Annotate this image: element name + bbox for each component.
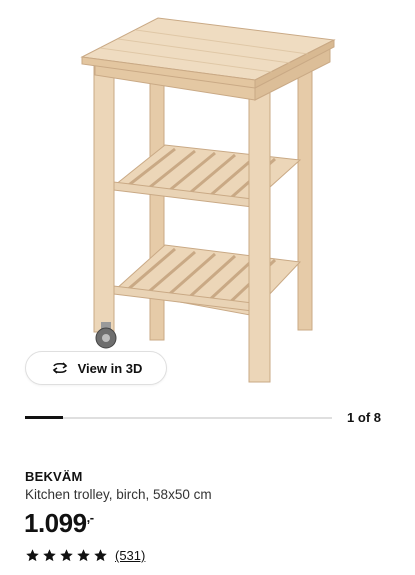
star-icon	[77, 549, 90, 562]
product-image-gallery[interactable]: View in 3D	[0, 0, 415, 400]
product-description: Kitchen trolley, birch, 58x50 cm	[25, 487, 212, 502]
view-in-3d-label: View in 3D	[77, 360, 143, 376]
star-icon	[43, 549, 56, 562]
star-icon	[60, 549, 73, 562]
star-icon	[94, 549, 107, 562]
gallery-page-counter: 1 of 8	[347, 410, 381, 425]
review-count-link[interactable]: (531)	[115, 548, 145, 563]
product-name: BEKVÄM	[25, 469, 83, 484]
price-suffix: ,-	[86, 510, 94, 525]
rotate-3d-icon	[52, 362, 67, 374]
view-in-3d-button[interactable]: View in 3D	[25, 351, 167, 385]
rating-stars	[25, 548, 110, 563]
product-price: 1.099,-	[24, 508, 94, 539]
gallery-progress-fill	[25, 416, 64, 419]
price-main: 1.099	[24, 508, 87, 538]
star-icon	[26, 549, 39, 562]
gallery-progress-bar[interactable]	[25, 416, 332, 419]
product-rating[interactable]: (531)	[25, 548, 145, 563]
product-image[interactable]	[0, 0, 415, 400]
